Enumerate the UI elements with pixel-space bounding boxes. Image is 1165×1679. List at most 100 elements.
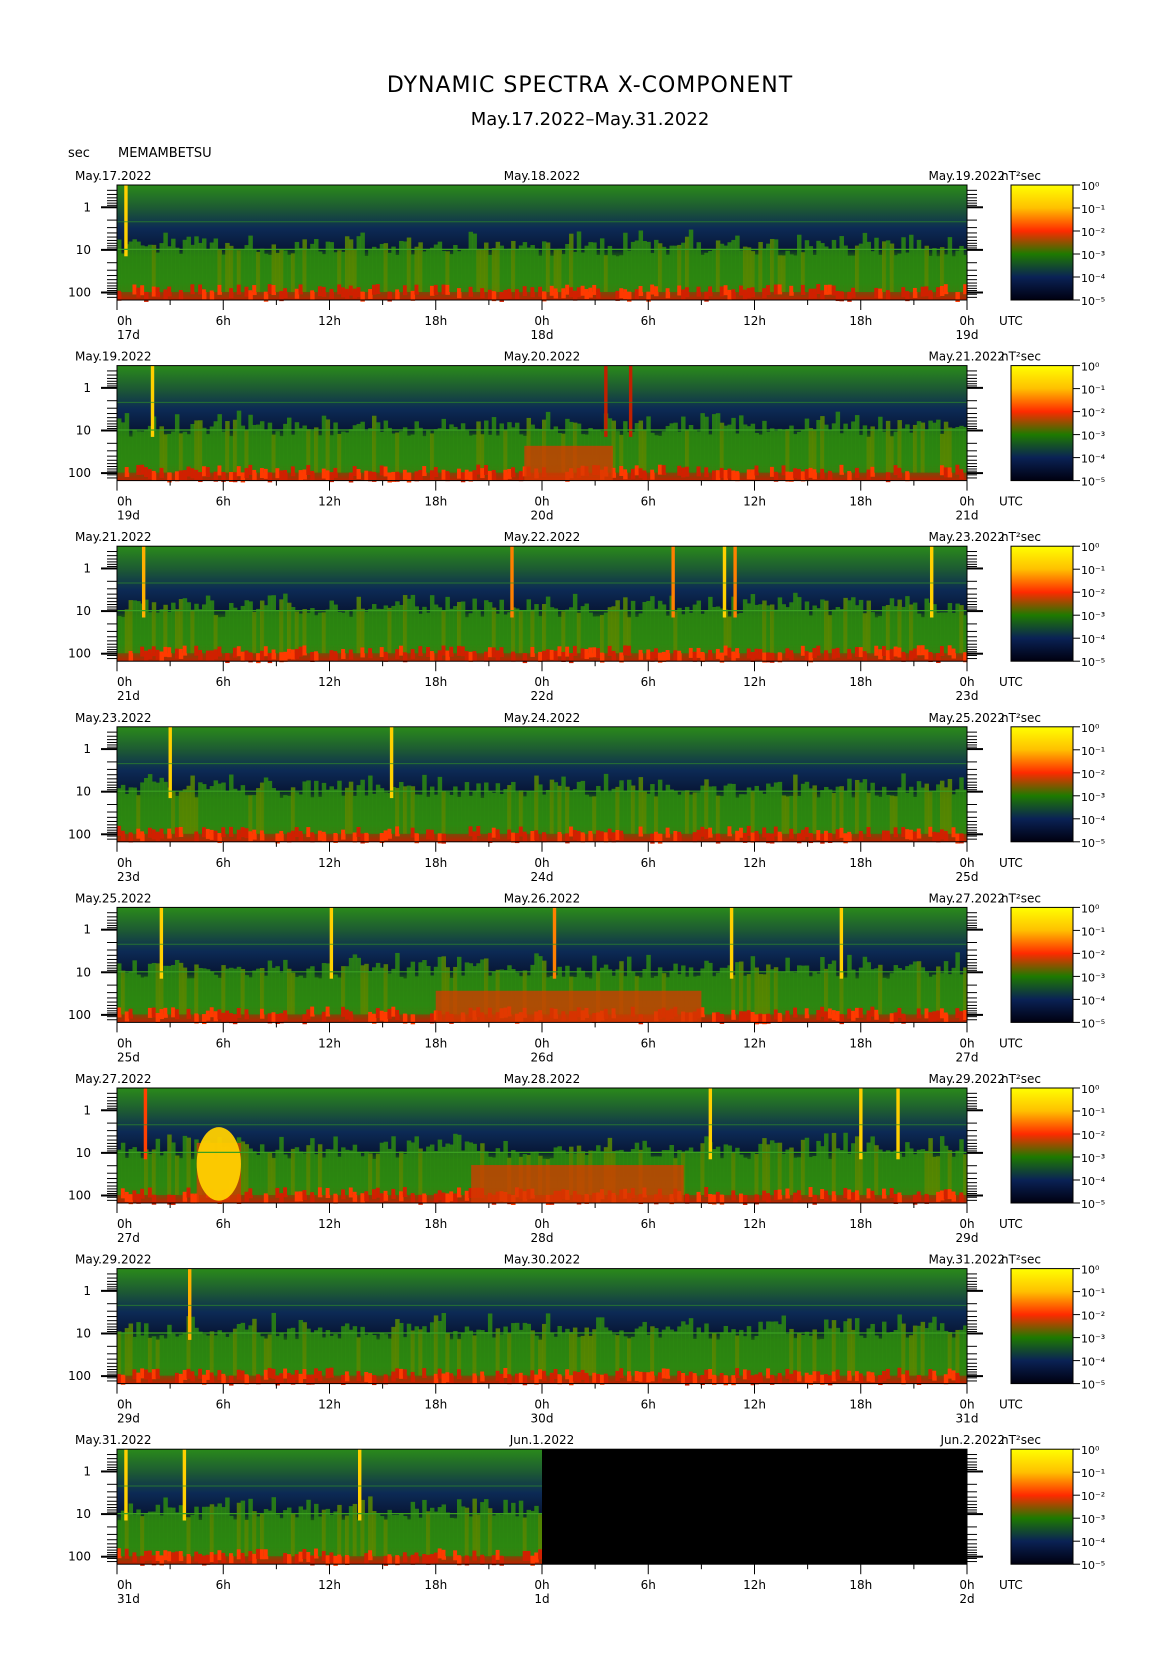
activity-column bbox=[642, 429, 647, 473]
activity-column bbox=[132, 1147, 137, 1195]
activity-column bbox=[290, 787, 296, 834]
activity-base bbox=[244, 1191, 249, 1202]
colorbar: nT²sec10⁰10⁻¹10⁻²10⁻³10⁻⁴10⁻⁵ bbox=[1001, 350, 1106, 489]
activity-base bbox=[824, 1190, 829, 1201]
y-tick-label: 100 bbox=[68, 1188, 91, 1202]
activity-column bbox=[843, 791, 848, 834]
activity-column bbox=[692, 248, 698, 292]
activity-column bbox=[816, 797, 821, 834]
activity-column bbox=[943, 787, 949, 834]
activity-column bbox=[395, 1319, 400, 1376]
x-tick-label: 6h bbox=[216, 1578, 231, 1592]
activity-column bbox=[611, 606, 617, 654]
activity-column bbox=[372, 793, 377, 834]
activity-column bbox=[789, 1147, 794, 1195]
activity-column bbox=[700, 1332, 705, 1376]
activity-base bbox=[174, 1009, 180, 1020]
activity-column bbox=[140, 977, 145, 1015]
activity-column bbox=[947, 237, 953, 292]
y-tick-label: 10 bbox=[76, 785, 91, 799]
activity-column bbox=[712, 786, 717, 834]
activity-base bbox=[851, 1010, 856, 1021]
activity-column bbox=[287, 1328, 292, 1376]
activity-column bbox=[735, 797, 740, 834]
activity-column bbox=[399, 1513, 404, 1557]
activity-column bbox=[383, 1334, 389, 1376]
activity-base bbox=[634, 1371, 640, 1382]
activity-column bbox=[808, 615, 814, 654]
activity-base bbox=[171, 1552, 176, 1563]
activity-base bbox=[418, 646, 423, 657]
activity-column bbox=[739, 1329, 744, 1376]
activity-column bbox=[379, 1333, 385, 1376]
activity-base bbox=[704, 467, 709, 478]
activity-column bbox=[402, 978, 408, 1015]
activity-column bbox=[383, 1141, 389, 1195]
activity-base bbox=[418, 470, 423, 481]
activity-base bbox=[924, 286, 929, 297]
colorbar-unit: nT²sec bbox=[1001, 1253, 1041, 1267]
activity-base bbox=[379, 1010, 385, 1021]
activity-base bbox=[283, 470, 288, 481]
activity-column bbox=[468, 1330, 474, 1376]
activity-base bbox=[310, 1192, 315, 1203]
activity-column bbox=[252, 1318, 257, 1376]
activity-base bbox=[457, 1187, 462, 1198]
activity-base bbox=[611, 650, 617, 661]
colorbar-label: 10⁰ bbox=[1081, 361, 1100, 374]
activity-column bbox=[472, 598, 477, 654]
activity-base bbox=[901, 651, 906, 662]
figure-title: DYNAMIC SPECTRA X-COMPONENT bbox=[387, 73, 793, 98]
x-tick-label: 0h bbox=[117, 1398, 132, 1412]
activity-column bbox=[797, 1157, 802, 1195]
y-tick-label: 100 bbox=[68, 827, 91, 841]
activity-column bbox=[642, 1321, 647, 1376]
y-tick-label: 1 bbox=[83, 1464, 91, 1478]
activity-base bbox=[665, 288, 671, 299]
activity-column bbox=[344, 966, 350, 1015]
activity-column bbox=[704, 610, 709, 654]
activity-base bbox=[503, 289, 508, 300]
activity-base bbox=[348, 1187, 354, 1198]
activity-column bbox=[569, 233, 574, 292]
colorbar-label: 10⁰ bbox=[1081, 1264, 1100, 1277]
activity-column bbox=[379, 608, 385, 654]
activity-column bbox=[445, 429, 450, 473]
y-tick-label: 100 bbox=[68, 285, 91, 299]
activity-column bbox=[816, 419, 821, 473]
activity-base bbox=[155, 1012, 161, 1023]
activity-column bbox=[700, 254, 705, 292]
activity-column bbox=[572, 789, 578, 834]
activity-column bbox=[939, 973, 945, 1015]
activity-base bbox=[530, 1370, 535, 1381]
activity-base bbox=[596, 1373, 601, 1384]
activity-base bbox=[387, 1008, 392, 1019]
activity-column bbox=[287, 417, 292, 473]
time-zone-label: UTC bbox=[999, 495, 1023, 509]
colorbar-label: 10⁻¹ bbox=[1081, 745, 1105, 758]
activity-column bbox=[623, 421, 628, 473]
activity-base bbox=[136, 1372, 141, 1383]
activity-column bbox=[854, 415, 860, 473]
activity-column bbox=[781, 1153, 787, 1195]
activity-base bbox=[217, 1370, 222, 1381]
activity-column bbox=[372, 1511, 377, 1557]
activity-column bbox=[128, 1323, 134, 1376]
activity-base bbox=[835, 647, 841, 658]
activity-base bbox=[236, 1007, 242, 1018]
activity-column bbox=[793, 774, 798, 834]
activity-base bbox=[294, 827, 300, 838]
activity-base bbox=[186, 1008, 192, 1019]
activity-column bbox=[426, 430, 431, 473]
activity-column bbox=[457, 1499, 462, 1557]
activity-column bbox=[619, 609, 624, 654]
activity-base bbox=[781, 465, 787, 476]
activity-base bbox=[271, 285, 277, 296]
activity-column bbox=[348, 957, 354, 1015]
activity-base bbox=[715, 1191, 721, 1202]
activity-base bbox=[445, 471, 450, 482]
activity-column bbox=[314, 1154, 319, 1195]
activity-column bbox=[901, 606, 906, 654]
activity-base bbox=[688, 647, 694, 658]
activity-base bbox=[190, 284, 195, 295]
